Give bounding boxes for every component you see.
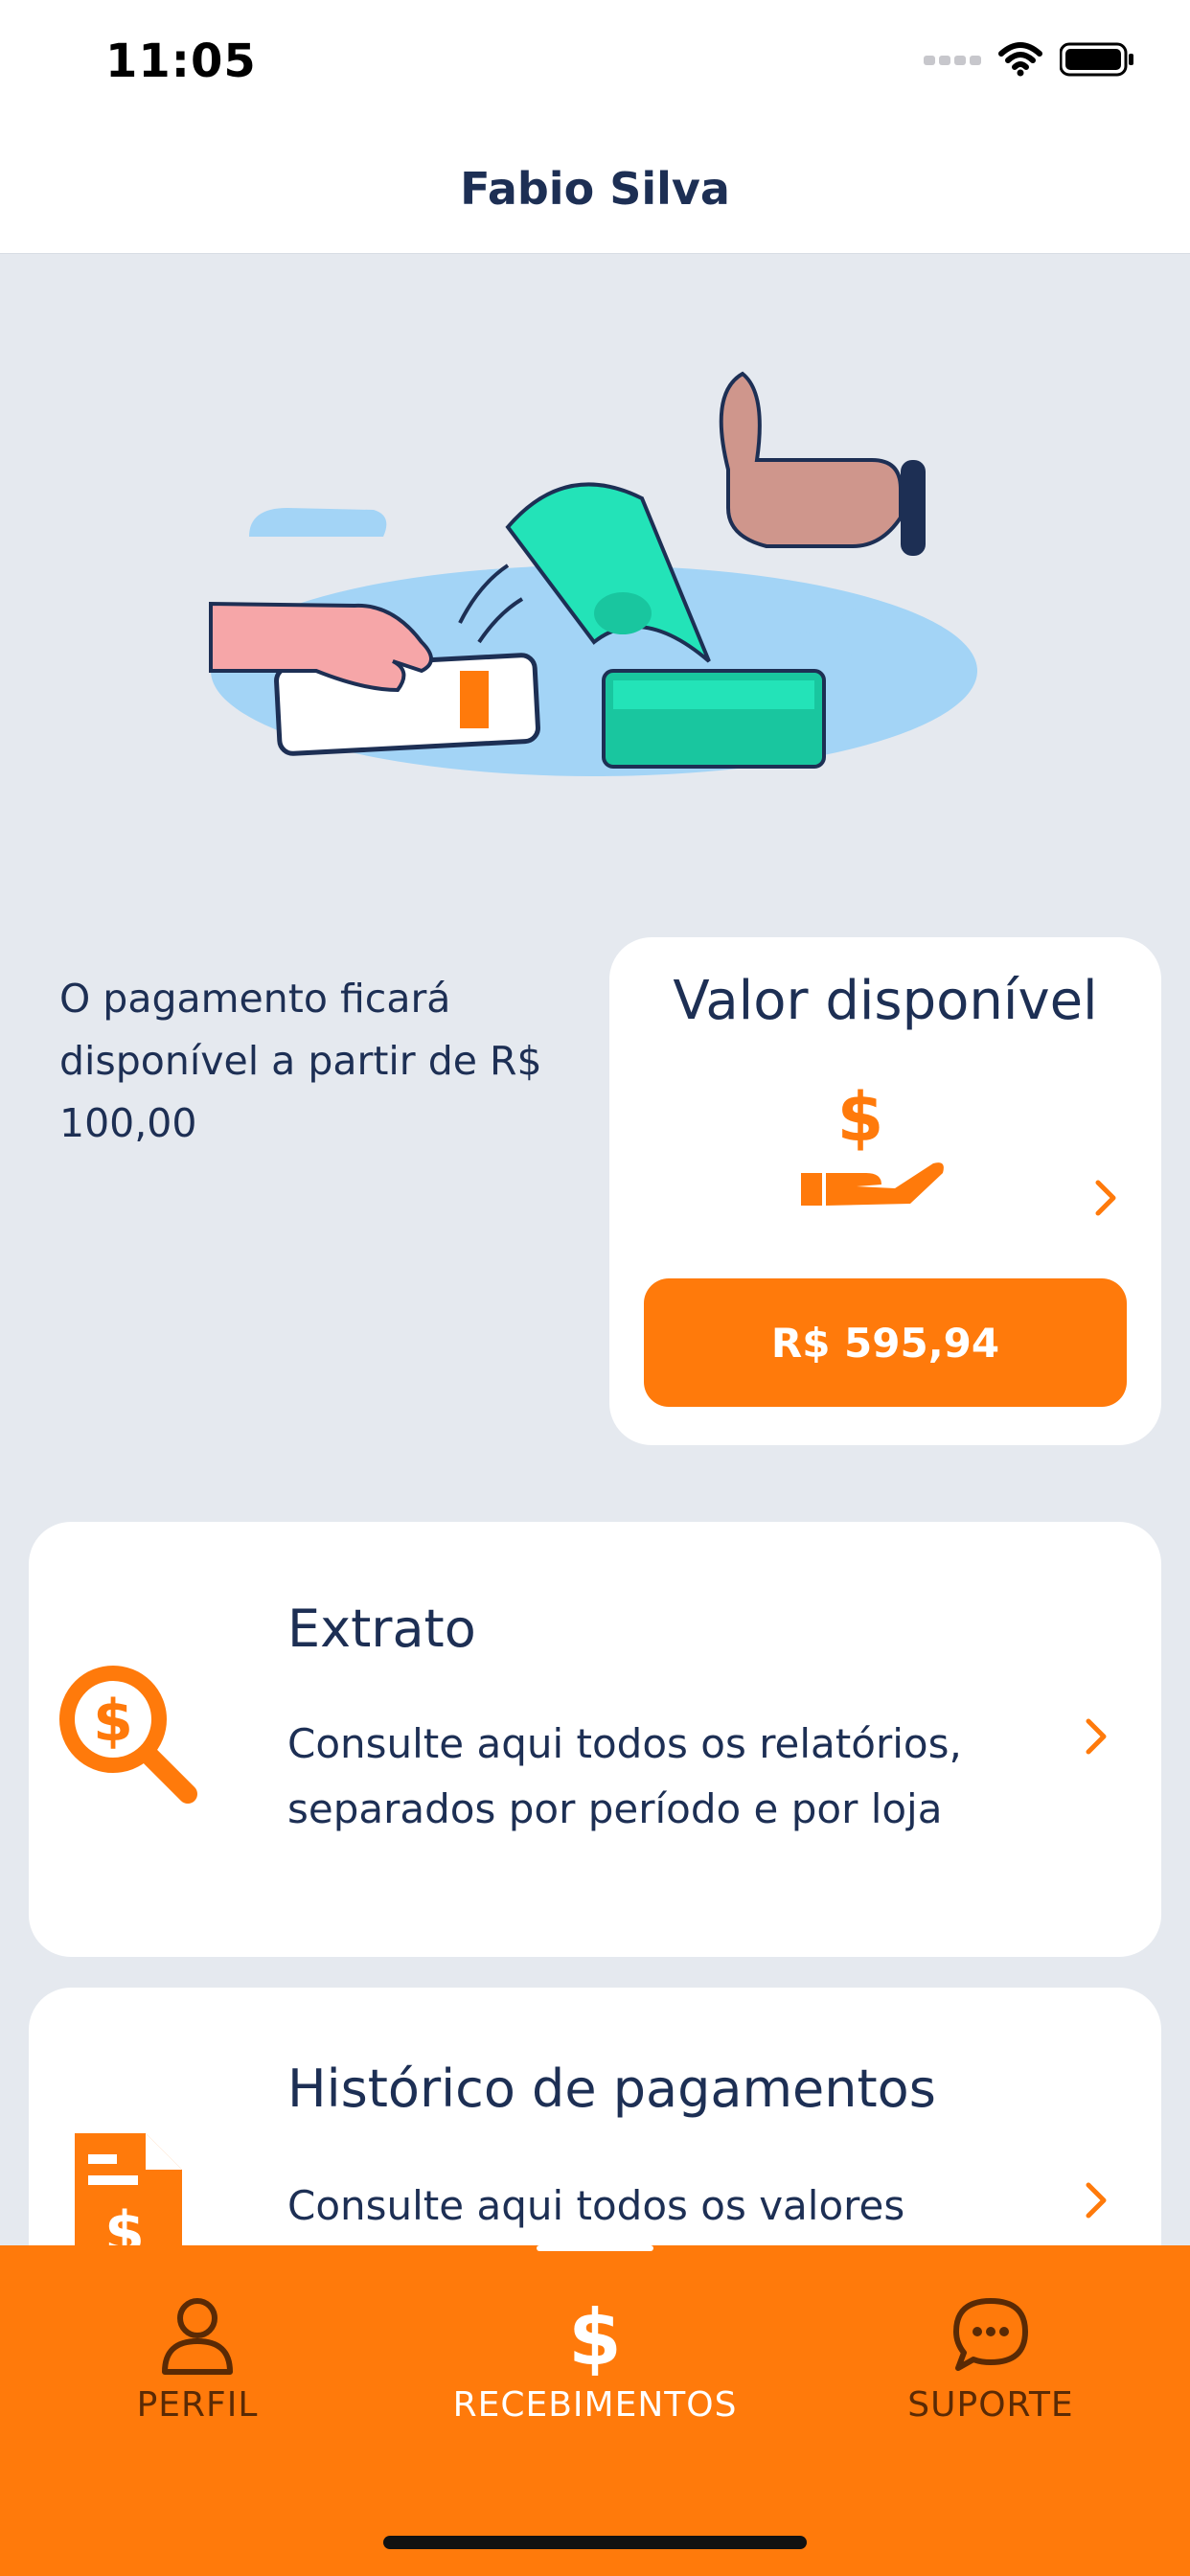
balance-card[interactable]: Valor disponível $ R$ 595,94 [609, 937, 1161, 1445]
balance-title: Valor disponível [673, 970, 1098, 1032]
svg-text:$: $ [568, 2295, 622, 2376]
tab-perfil[interactable]: PERFIL [54, 2295, 341, 2425]
wifi-icon [998, 42, 1042, 77]
payment-illustration [209, 371, 977, 776]
svg-text:$: $ [837, 1081, 884, 1157]
svg-text:$: $ [93, 1688, 133, 1755]
tab-perfil-label: PERFIL [136, 2385, 259, 2425]
hand-dollar-icon: $ [801, 1081, 944, 1206]
tab-recebimentos-label: RECEBIMENTOS [452, 2385, 738, 2425]
status-bar: 11:05 [0, 0, 1190, 130]
status-time: 11:05 [105, 34, 257, 88]
tab-bar: PERFIL $ RECEBIMENTOS SUPORTE [0, 2245, 1190, 2576]
chevron-right-icon [1086, 1718, 1107, 1755]
extrato-description: Consulte aqui todos os relatórios, separ… [287, 1720, 962, 1832]
person-icon [162, 2298, 233, 2375]
scroll-indicator [537, 2245, 653, 2251]
status-icons [924, 42, 1134, 77]
chat-bubble-icon [953, 2298, 1028, 2371]
balance-amount-button[interactable]: R$ 595,94 [644, 1278, 1127, 1407]
historico-title: Histórico de pagamentos [287, 2058, 936, 2119]
signal-icon [924, 56, 981, 65]
tab-suporte[interactable]: SUPORTE [847, 2295, 1134, 2425]
chevron-right-icon [1086, 2182, 1107, 2219]
page-title: Fabio Silva [460, 163, 730, 215]
nav-header: Fabio Silva [0, 130, 1190, 254]
search-dollar-icon: $ [59, 1666, 197, 1804]
chevron-right-icon [1095, 1180, 1116, 1216]
extrato-card[interactable]: $ Extrato Consulte aqui todos os relatór… [29, 1522, 1161, 1957]
tab-suporte-label: SUPORTE [907, 2385, 1074, 2425]
home-indicator [383, 2536, 807, 2549]
battery-icon [1060, 42, 1133, 77]
tab-recebimentos[interactable]: $ RECEBIMENTOS [451, 2295, 739, 2425]
payment-threshold-text: O pagamento ficará disponível a partir d… [59, 976, 542, 1146]
dollar-icon: $ [568, 2295, 622, 2376]
extrato-title: Extrato [287, 1598, 476, 1659]
